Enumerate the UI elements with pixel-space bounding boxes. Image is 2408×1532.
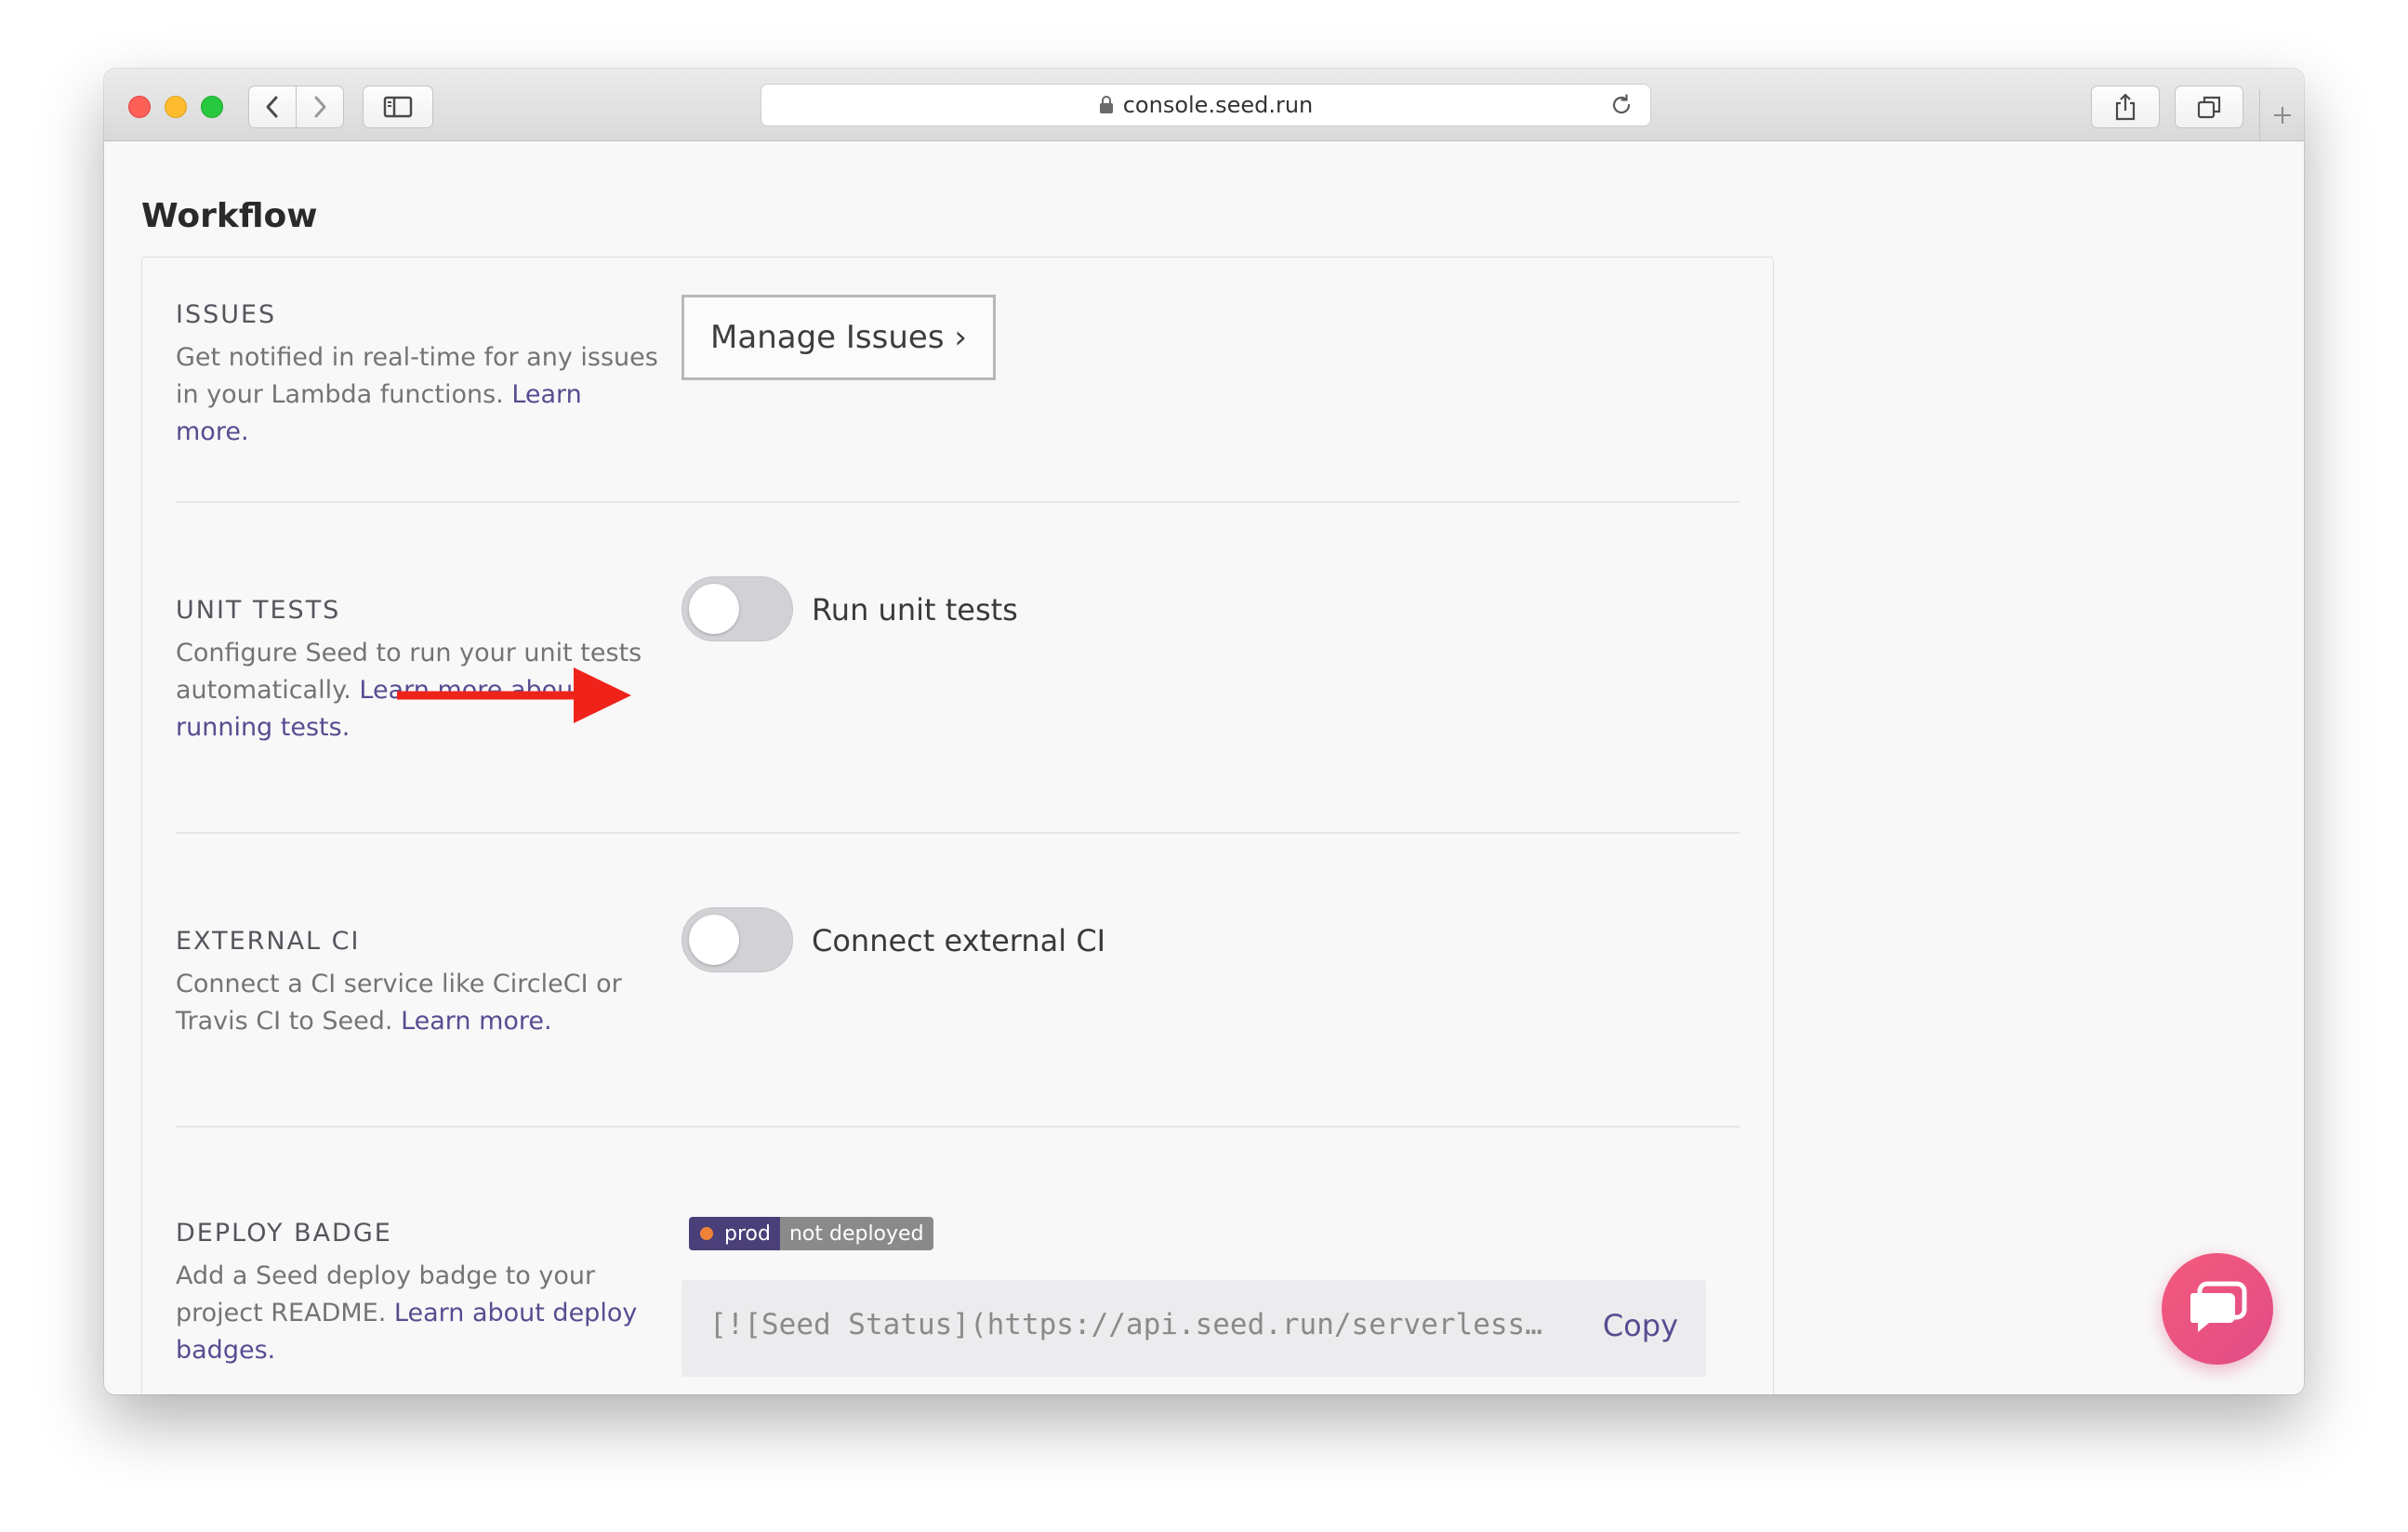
page-title: Workflow <box>141 197 318 235</box>
deploy-status-badge: prod not deployed <box>689 1217 933 1250</box>
sidebar-icon <box>383 96 413 118</box>
badge-code-snippet: [![Seed Status](https://api.seed.run/ser… <box>681 1280 1706 1377</box>
badge-stage: prod <box>724 1222 771 1246</box>
back-button[interactable] <box>248 86 297 128</box>
zoom-window-button[interactable] <box>201 96 223 118</box>
chevron-left-icon <box>266 96 278 118</box>
plus-icon <box>2274 107 2291 124</box>
browser-toolbar: console.seed.run <box>104 69 2304 141</box>
close-window-button[interactable] <box>128 96 151 118</box>
run-unit-tests-toggle[interactable] <box>681 576 793 641</box>
red-arrow-icon <box>397 667 631 723</box>
external-ci-section: EXTERNAL CI Connect a CI service like Ci… <box>176 834 1740 1126</box>
deploy-badge-title: DEPLOY BADGE <box>176 1219 392 1248</box>
external-ci-title: EXTERNAL CI <box>176 927 361 956</box>
tab-overview-button[interactable] <box>2175 86 2243 128</box>
chat-button[interactable] <box>2162 1253 2273 1365</box>
chevron-right-icon <box>314 96 326 118</box>
minimize-window-button[interactable] <box>165 96 187 118</box>
new-tab-button[interactable] <box>2259 89 2304 141</box>
status-dot <box>700 1227 713 1240</box>
connect-external-ci-toggle[interactable] <box>681 907 793 972</box>
unit-tests-title: UNIT TESTS <box>176 596 341 625</box>
url-text: console.seed.run <box>1122 92 1314 118</box>
share-icon <box>2115 93 2136 121</box>
reload-icon[interactable] <box>1609 93 1634 117</box>
manage-issues-button[interactable]: Manage Issues › <box>681 295 996 380</box>
external-ci-description: Connect a CI service like CircleCI or Tr… <box>176 970 622 1036</box>
issues-description: Get notified in real-time for any issues… <box>176 343 658 446</box>
forward-button[interactable] <box>296 86 344 128</box>
badge-status: not deployed <box>779 1217 933 1250</box>
toggle-knob <box>689 584 739 634</box>
tabs-icon <box>2197 96 2221 119</box>
external-ci-learn-more-link[interactable]: Learn more. <box>401 1007 552 1036</box>
deploy-badge-section: DEPLOY BADGE Add a Seed deploy badge to … <box>176 1128 1740 1394</box>
browser-window: console.seed.run Workflow ISSUES Get not… <box>104 69 2304 1394</box>
copy-button[interactable]: Copy <box>1603 1308 1678 1343</box>
lock-icon <box>1099 96 1113 113</box>
workflow-panel: ISSUES Get notified in real-time for any… <box>141 257 1774 1394</box>
issues-section: ISSUES Get notified in real-time for any… <box>176 258 1740 499</box>
address-bar[interactable]: console.seed.run <box>761 84 1651 126</box>
run-unit-tests-label: Run unit tests <box>812 592 1018 627</box>
deploy-badge-description: Add a Seed deploy badge to your project … <box>176 1261 638 1365</box>
connect-external-ci-label: Connect external CI <box>812 923 1106 958</box>
page-content: Workflow ISSUES Get notified in real-tim… <box>104 141 2304 1394</box>
badge-code-text: [![Seed Status](https://api.seed.run/ser… <box>709 1308 1542 1341</box>
issues-title: ISSUES <box>176 300 277 329</box>
share-button[interactable] <box>2091 86 2160 128</box>
toggle-knob <box>689 915 739 965</box>
sidebar-toggle-button[interactable] <box>363 86 433 128</box>
chat-bubble-icon <box>2190 1281 2247 1332</box>
